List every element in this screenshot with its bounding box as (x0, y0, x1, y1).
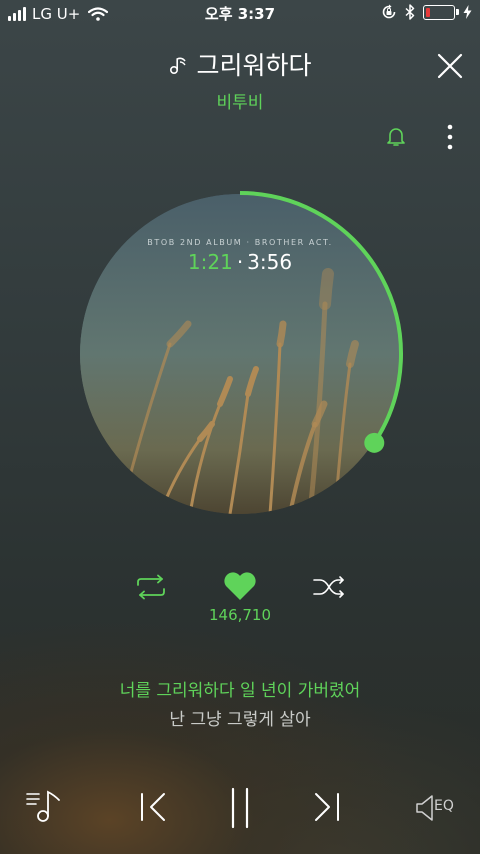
title-row: 그리워하다 (0, 46, 480, 82)
rotation-lock-icon (382, 4, 396, 19)
mid-controls (0, 568, 480, 608)
heart-icon[interactable] (222, 570, 258, 602)
playlist-icon[interactable] (24, 786, 64, 826)
more-icon[interactable] (440, 122, 460, 152)
album-player[interactable]: BTOB 2ND ALBUM · BROTHER ACT. 1:21 · 3:56 (70, 184, 410, 524)
music-note-icon (170, 57, 187, 75)
song-title-group: 그리워하다 (168, 46, 312, 82)
status-right (381, 4, 472, 20)
progress-ring[interactable] (70, 184, 410, 524)
close-icon[interactable] (436, 52, 464, 80)
player-bar: EQ (0, 782, 480, 832)
previous-icon[interactable] (136, 790, 170, 824)
charging-icon (463, 5, 472, 19)
next-icon[interactable] (310, 790, 344, 824)
shuffle-icon[interactable] (312, 574, 346, 600)
eq-button[interactable]: EQ (414, 792, 462, 824)
progress-arc (239, 191, 403, 444)
like-count: 146,710 (208, 606, 272, 624)
bell-icon[interactable] (384, 124, 408, 148)
lyric-current[interactable]: 너를 그리워하다 일 년이 가버렸어 (0, 676, 480, 701)
song-title: 그리워하다 (196, 51, 312, 80)
repeat-icon[interactable] (134, 574, 168, 600)
artist-name[interactable]: 비투비 (0, 88, 480, 113)
battery-level (426, 7, 430, 17)
bluetooth-icon (405, 4, 415, 20)
status-bar: LG U+ 오후 3:37 (0, 0, 480, 28)
speaker-eq-icon (416, 795, 433, 821)
battery-icon (423, 4, 459, 20)
progress-knob[interactable] (364, 432, 385, 453)
pause-icon[interactable] (224, 786, 256, 830)
eq-label: EQ (434, 798, 454, 814)
lyric-next[interactable]: 난 그냥 그렇게 살아 (0, 705, 480, 730)
